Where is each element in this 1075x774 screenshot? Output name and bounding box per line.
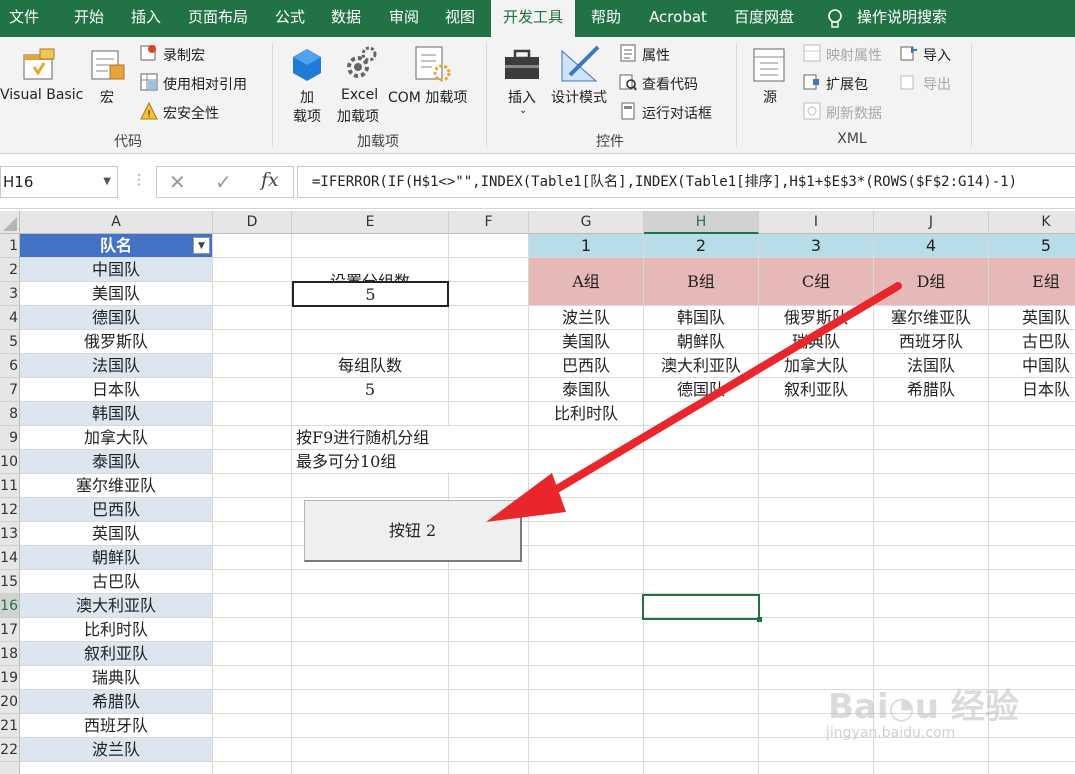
expansion-packs-icon — [803, 73, 821, 91]
tab-review[interactable]: 审阅 — [380, 0, 428, 37]
worksheet-grid: ADEFGHIJK 1 2 3 4 5 6 7 8 9 10 11 12 13 14 15 16 17 18 19 2… — [0, 211, 1075, 774]
view-code-icon — [619, 73, 637, 91]
record-macro-icon — [140, 44, 158, 62]
macros-button[interactable]: 宏 — [100, 87, 114, 107]
tab-file[interactable]: 文件 — [0, 0, 48, 37]
import-icon — [900, 44, 918, 62]
tab-view[interactable]: 视图 — [436, 0, 484, 37]
group-label-code: 代码 — [114, 134, 142, 150]
relative-reference-icon — [140, 73, 158, 91]
group-separator — [486, 43, 487, 147]
group-label-xml: XML — [837, 131, 867, 147]
xml-source-button[interactable]: 源 — [763, 87, 777, 107]
group-separator — [272, 43, 273, 147]
use-relative-references-button[interactable]: 使用相对引用 — [163, 74, 247, 94]
more-icon: ⋮ — [132, 172, 146, 188]
formula-bar: H16 ▼ ⋮ ✕ ✓ fx =IFERROR(IF(H$1<>"",INDEX… — [0, 154, 1075, 209]
refresh-data-button[interactable]: 刷新数据 — [826, 103, 882, 123]
tab-acrobat[interactable]: Acrobat — [640, 0, 716, 37]
tab-baidu-netdisk[interactable]: 百度网盘 — [726, 0, 802, 37]
map-properties-icon — [803, 44, 821, 62]
view-code-button[interactable]: 查看代码 — [642, 74, 698, 94]
name-box[interactable]: H16 ▼ — [0, 166, 118, 198]
macro-security-button[interactable]: 宏安全性 — [163, 103, 219, 123]
tab-insert[interactable]: 插入 — [122, 0, 170, 37]
refresh-data-icon — [803, 102, 821, 120]
properties-icon — [619, 44, 637, 62]
tab-home[interactable]: 开始 — [62, 0, 116, 37]
watermark-url: jingyan.baidu.com — [826, 725, 956, 741]
chevron-down-icon[interactable]: ▼ — [103, 167, 111, 197]
warning-icon: ! — [140, 101, 158, 120]
run-dialog-button[interactable]: 运行对话框 — [642, 103, 712, 123]
tab-data[interactable]: 数据 — [322, 0, 370, 37]
ribbon-panel: Visual Basic 宏 录制宏 使用相对引用 ! 宏安全性 代码 加 载项… — [0, 37, 1075, 154]
group-label-controls: 控件 — [596, 134, 624, 150]
com-addins-button[interactable]: COM 加载项 — [388, 87, 467, 107]
xml-source-icon — [752, 47, 788, 87]
addins-button-line2[interactable]: 载项 — [293, 106, 321, 126]
export-icon — [900, 73, 918, 91]
watermark-logo: Bai◔u 经验 — [828, 687, 1019, 727]
insert-toolbox-icon — [503, 47, 541, 87]
excel-addins-button-line1[interactable]: Excel — [341, 87, 378, 103]
tab-help[interactable]: 帮助 — [584, 0, 628, 37]
tab-page-layout[interactable]: 页面布局 — [180, 0, 256, 37]
group-label-addins: 加载项 — [357, 134, 399, 150]
excel-addins-gear-icon — [344, 45, 378, 85]
tab-developer[interactable]: 开发工具 — [491, 0, 575, 37]
expansion-packs-button[interactable]: 扩展包 — [826, 74, 868, 94]
excel-addins-button-line2[interactable]: 加载项 — [337, 106, 379, 126]
run-dialog-icon — [619, 102, 637, 120]
ribbon-tabs: 文件 开始 插入 页面布局 公式 数据 审阅 视图 开发工具 帮助 Acroba… — [0, 0, 1075, 37]
macro-icon — [90, 47, 126, 87]
design-mode-icon — [560, 45, 600, 87]
properties-button[interactable]: 属性 — [642, 45, 670, 65]
insert-function-icon[interactable]: fx — [261, 169, 279, 191]
map-properties-button[interactable]: 映射属性 — [826, 45, 882, 65]
name-box-value: H16 — [3, 173, 34, 191]
visual-basic-button[interactable]: Visual Basic — [0, 87, 83, 103]
formula-input[interactable]: =IFERROR(IF(H$1<>"",INDEX(Table1[队名],IND… — [297, 166, 1075, 198]
formula-buttons: ✕ ✓ fx — [156, 166, 294, 198]
lightbulb-icon — [824, 0, 846, 37]
insert-control-button[interactable]: 插入 — [508, 87, 536, 107]
addins-button-line1[interactable]: 加 — [300, 87, 314, 107]
visual-basic-icon — [22, 47, 58, 87]
cancel-icon[interactable]: ✕ — [169, 170, 186, 194]
svg-text:!: ! — [147, 109, 151, 120]
group-separator — [971, 43, 972, 147]
record-macro-button[interactable]: 录制宏 — [163, 45, 205, 65]
design-mode-button[interactable]: 设计模式 — [551, 87, 607, 107]
addins-cube-icon — [290, 47, 324, 87]
tab-formulas[interactable]: 公式 — [266, 0, 314, 37]
import-button[interactable]: 导入 — [923, 45, 951, 65]
com-addins-icon — [414, 45, 452, 87]
chevron-down-icon[interactable]: ⌄ — [519, 105, 527, 116]
enter-check-icon[interactable]: ✓ — [215, 170, 232, 194]
tell-me-search[interactable]: 操作说明搜索 — [854, 0, 950, 37]
group-separator — [736, 43, 737, 147]
export-button[interactable]: 导出 — [923, 74, 951, 94]
